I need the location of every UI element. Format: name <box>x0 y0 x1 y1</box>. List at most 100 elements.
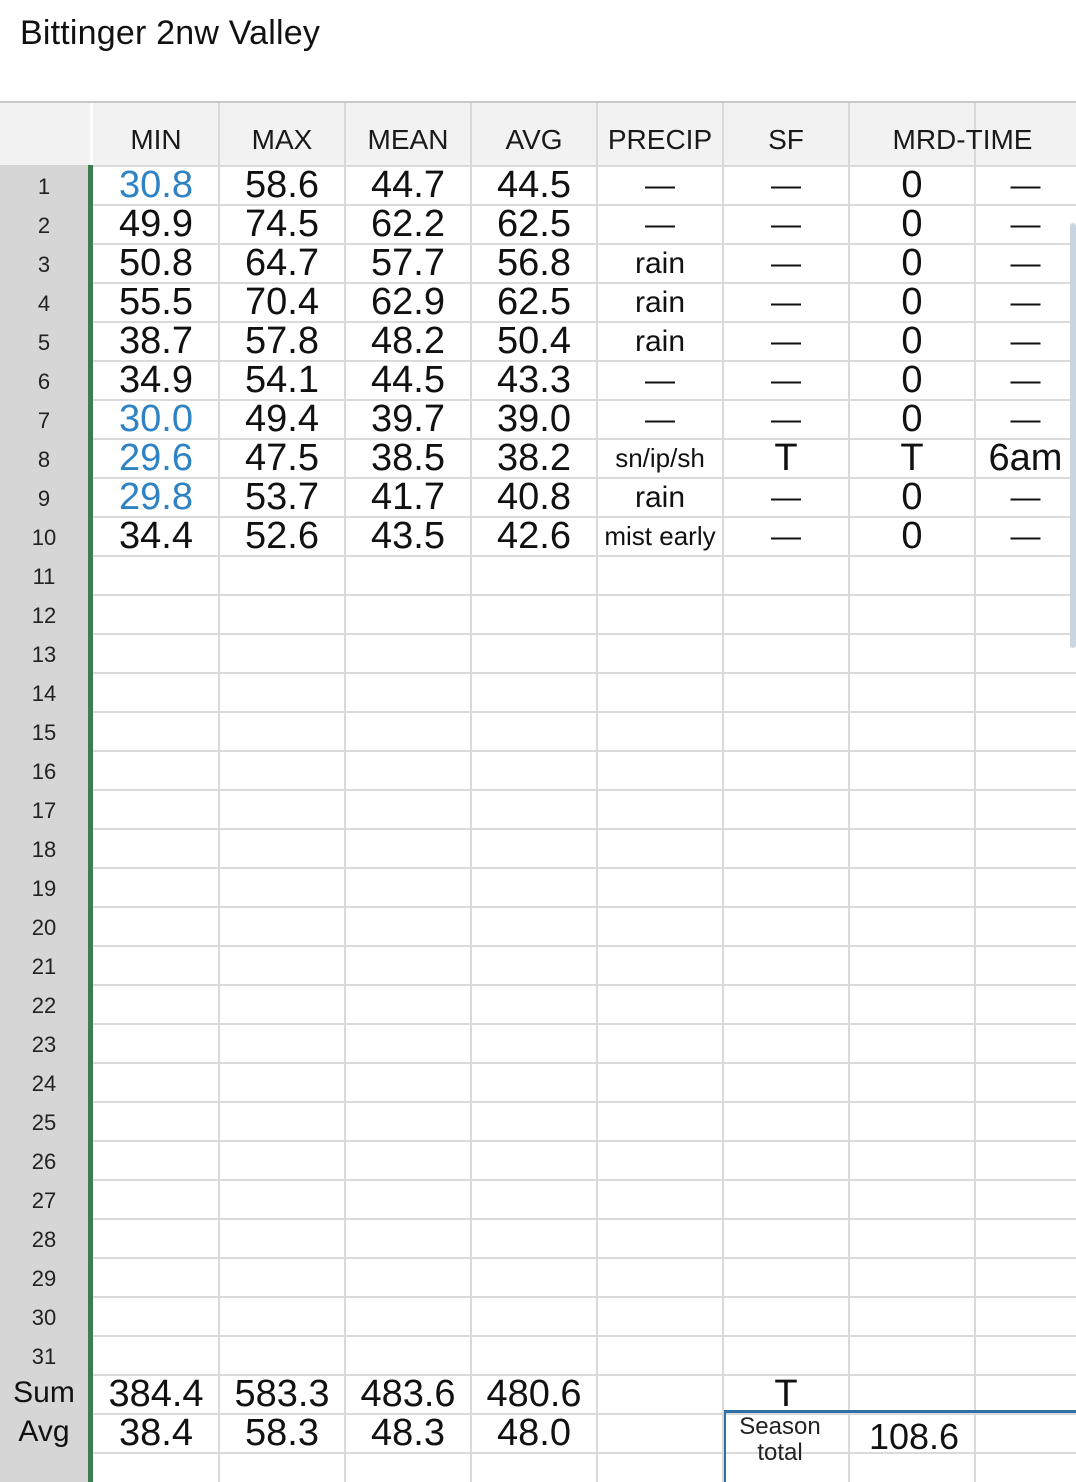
cell-mean[interactable]: 44.5 <box>345 360 471 401</box>
cell-max[interactable]: 70.4 <box>219 282 345 323</box>
column-header-precip[interactable]: PRECIP <box>597 103 723 165</box>
cell-mean[interactable]: 39.7 <box>345 399 471 440</box>
sum-mean[interactable]: 483.6 <box>345 1374 471 1415</box>
cell-max[interactable]: 52.6 <box>219 516 345 557</box>
sum-sf[interactable]: T <box>723 1374 849 1415</box>
cell-min[interactable]: 34.9 <box>93 360 219 401</box>
column-header-mrd-time[interactable]: MRD-TIME <box>849 103 1076 165</box>
cell-max[interactable]: 49.4 <box>219 399 345 440</box>
cell-avg[interactable]: 50.4 <box>471 321 597 362</box>
cell-sf[interactable]: T <box>723 438 849 479</box>
cell-mean[interactable]: 48.2 <box>345 321 471 362</box>
cell-max[interactable]: 74.5 <box>219 204 345 245</box>
sum-min[interactable]: 384.4 <box>93 1374 219 1415</box>
row-number[interactable]: 24 <box>0 1062 88 1101</box>
cell-min[interactable]: 34.4 <box>93 516 219 557</box>
cell-avg[interactable]: 42.6 <box>471 516 597 557</box>
cell-min[interactable]: 30.8 <box>93 165 219 206</box>
row-number[interactable]: 31 <box>0 1335 88 1374</box>
row-number[interactable]: 8 <box>0 438 88 477</box>
cell-time[interactable]: — <box>975 165 1076 204</box>
cell-time[interactable]: — <box>975 516 1076 555</box>
cell-sf[interactable]: — <box>723 204 849 243</box>
row-number[interactable]: 6 <box>0 360 88 399</box>
row-number[interactable]: 20 <box>0 906 88 945</box>
cell-precip[interactable]: rain <box>597 282 723 321</box>
cell-avg[interactable]: 40.8 <box>471 477 597 518</box>
cell-max[interactable]: 54.1 <box>219 360 345 401</box>
cell-min[interactable]: 29.6 <box>93 438 219 479</box>
cell-mrd[interactable]: 0 <box>849 282 975 323</box>
row-number[interactable]: 19 <box>0 867 88 906</box>
cell-precip[interactable]: — <box>597 165 723 204</box>
cell-precip[interactable]: rain <box>597 477 723 516</box>
row-number[interactable]: 7 <box>0 399 88 438</box>
cell-mean[interactable]: 62.9 <box>345 282 471 323</box>
cell-avg[interactable]: 62.5 <box>471 282 597 323</box>
cell-sf[interactable]: — <box>723 321 849 360</box>
row-number[interactable]: 18 <box>0 828 88 867</box>
cell-min[interactable]: 29.8 <box>93 477 219 518</box>
cell-mrd[interactable]: 0 <box>849 477 975 518</box>
cell-sf[interactable]: — <box>723 516 849 555</box>
cell-mrd[interactable]: 0 <box>849 360 975 401</box>
cell-time[interactable]: — <box>975 282 1076 321</box>
cell-precip[interactable]: mist early <box>597 516 723 555</box>
avg-mean[interactable]: 48.3 <box>345 1413 471 1454</box>
avg-min[interactable]: 38.4 <box>93 1413 219 1454</box>
row-number[interactable]: 9 <box>0 477 88 516</box>
row-number[interactable]: 16 <box>0 750 88 789</box>
row-number[interactable]: 17 <box>0 789 88 828</box>
row-number[interactable]: 15 <box>0 711 88 750</box>
row-number[interactable]: 26 <box>0 1140 88 1179</box>
cell-time[interactable]: — <box>975 321 1076 360</box>
cell-sf[interactable]: — <box>723 477 849 516</box>
cell-precip[interactable]: rain <box>597 243 723 282</box>
cell-max[interactable]: 58.6 <box>219 165 345 206</box>
row-number[interactable]: 11 <box>0 555 88 594</box>
cell-precip[interactable]: — <box>597 399 723 438</box>
row-number[interactable]: 2 <box>0 204 88 243</box>
cell-max[interactable]: 64.7 <box>219 243 345 284</box>
cell-time[interactable]: — <box>975 360 1076 399</box>
row-number[interactable]: 4 <box>0 282 88 321</box>
select-all-corner[interactable] <box>0 103 90 165</box>
row-number[interactable]: 27 <box>0 1179 88 1218</box>
cell-avg[interactable]: 39.0 <box>471 399 597 440</box>
cell-max[interactable]: 57.8 <box>219 321 345 362</box>
cell-min[interactable]: 55.5 <box>93 282 219 323</box>
cell-mrd[interactable]: T <box>849 438 975 479</box>
cell-time[interactable]: — <box>975 204 1076 243</box>
cell-avg[interactable]: 44.5 <box>471 165 597 206</box>
cell-sf[interactable]: — <box>723 165 849 204</box>
cell-time[interactable]: — <box>975 477 1076 516</box>
cell-mean[interactable]: 62.2 <box>345 204 471 245</box>
row-number[interactable]: 1 <box>0 165 88 204</box>
cell-mrd[interactable]: 0 <box>849 243 975 284</box>
row-number[interactable]: 25 <box>0 1101 88 1140</box>
cell-min[interactable]: 50.8 <box>93 243 219 284</box>
cell-avg[interactable]: 56.8 <box>471 243 597 284</box>
cell-avg[interactable]: 62.5 <box>471 204 597 245</box>
row-number[interactable]: 29 <box>0 1257 88 1296</box>
cell-mrd[interactable]: 0 <box>849 399 975 440</box>
cell-min[interactable]: 30.0 <box>93 399 219 440</box>
column-header-max[interactable]: MAX <box>219 103 345 165</box>
column-header-avg[interactable]: AVG <box>471 103 597 165</box>
cell-mean[interactable]: 38.5 <box>345 438 471 479</box>
cell-max[interactable]: 53.7 <box>219 477 345 518</box>
row-number[interactable]: 21 <box>0 945 88 984</box>
cell-time[interactable]: — <box>975 399 1076 438</box>
season-total-label[interactable]: Season total <box>728 1414 832 1466</box>
cell-mean[interactable]: 41.7 <box>345 477 471 518</box>
cell-max[interactable]: 47.5 <box>219 438 345 479</box>
cell-precip[interactable]: — <box>597 360 723 399</box>
spreadsheet-grid[interactable]: MIN MAX MEAN AVG PRECIP SF MRD-TIME 1234567891… <box>0 101 1076 1482</box>
cell-mrd[interactable]: 0 <box>849 516 975 557</box>
cell-sf[interactable]: — <box>723 243 849 282</box>
cell-mrd[interactable]: 0 <box>849 321 975 362</box>
cell-mrd[interactable]: 0 <box>849 204 975 245</box>
row-number[interactable]: 30 <box>0 1296 88 1335</box>
sum-avg[interactable]: 480.6 <box>471 1374 597 1415</box>
row-number[interactable]: 22 <box>0 984 88 1023</box>
